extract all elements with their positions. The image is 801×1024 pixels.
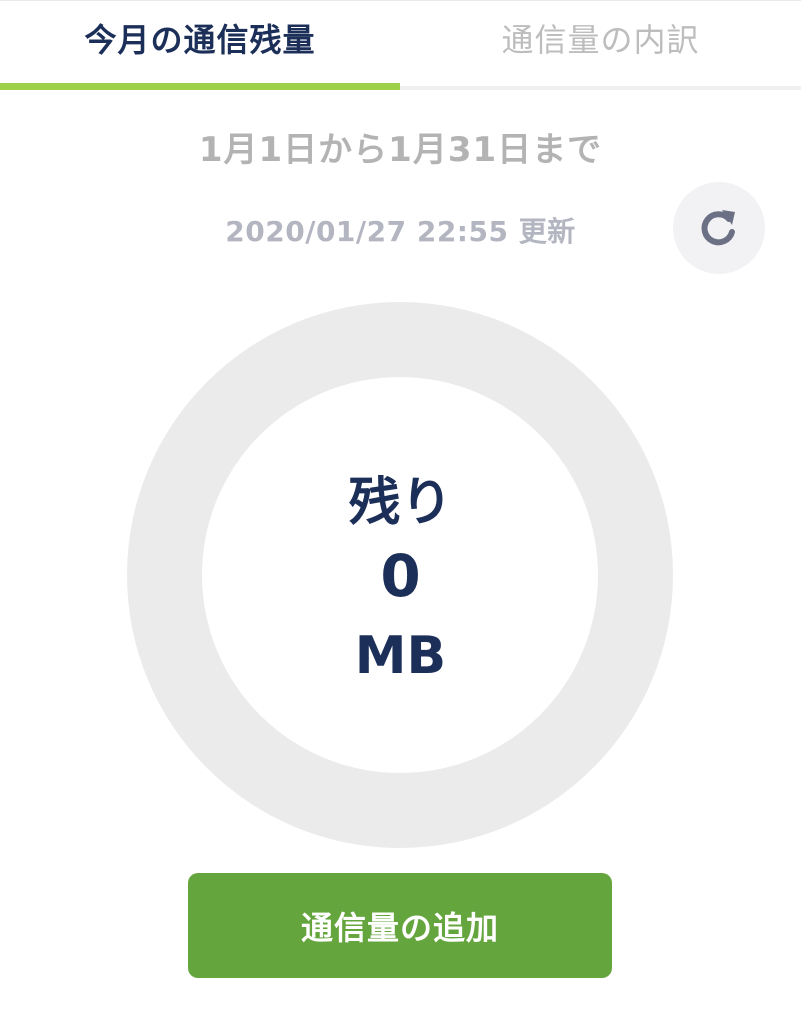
tab-usage-breakdown[interactable]: 通信量の内訳: [400, 0, 801, 90]
tab-remaining-data-label: 今月の通信残量: [84, 21, 316, 59]
billing-period: 1月1日から1月31日まで: [198, 130, 603, 170]
inactive-tab-indicator: [400, 86, 801, 90]
active-tab-indicator: [0, 83, 400, 90]
remaining-value: 0: [380, 542, 421, 610]
refresh-icon: [701, 210, 735, 246]
tab-remaining-data[interactable]: 今月の通信残量: [0, 0, 400, 90]
refresh-button[interactable]: [673, 182, 765, 274]
tab-bar: 今月の通信残量 通信量の内訳: [0, 0, 801, 90]
add-data-button[interactable]: 通信量の追加: [188, 873, 612, 978]
add-data-button-label: 通信量の追加: [300, 908, 499, 947]
remaining-unit: MB: [354, 626, 447, 686]
remaining-label: 残り: [348, 473, 453, 533]
tab-usage-breakdown-label: 通信量の内訳: [501, 21, 700, 59]
